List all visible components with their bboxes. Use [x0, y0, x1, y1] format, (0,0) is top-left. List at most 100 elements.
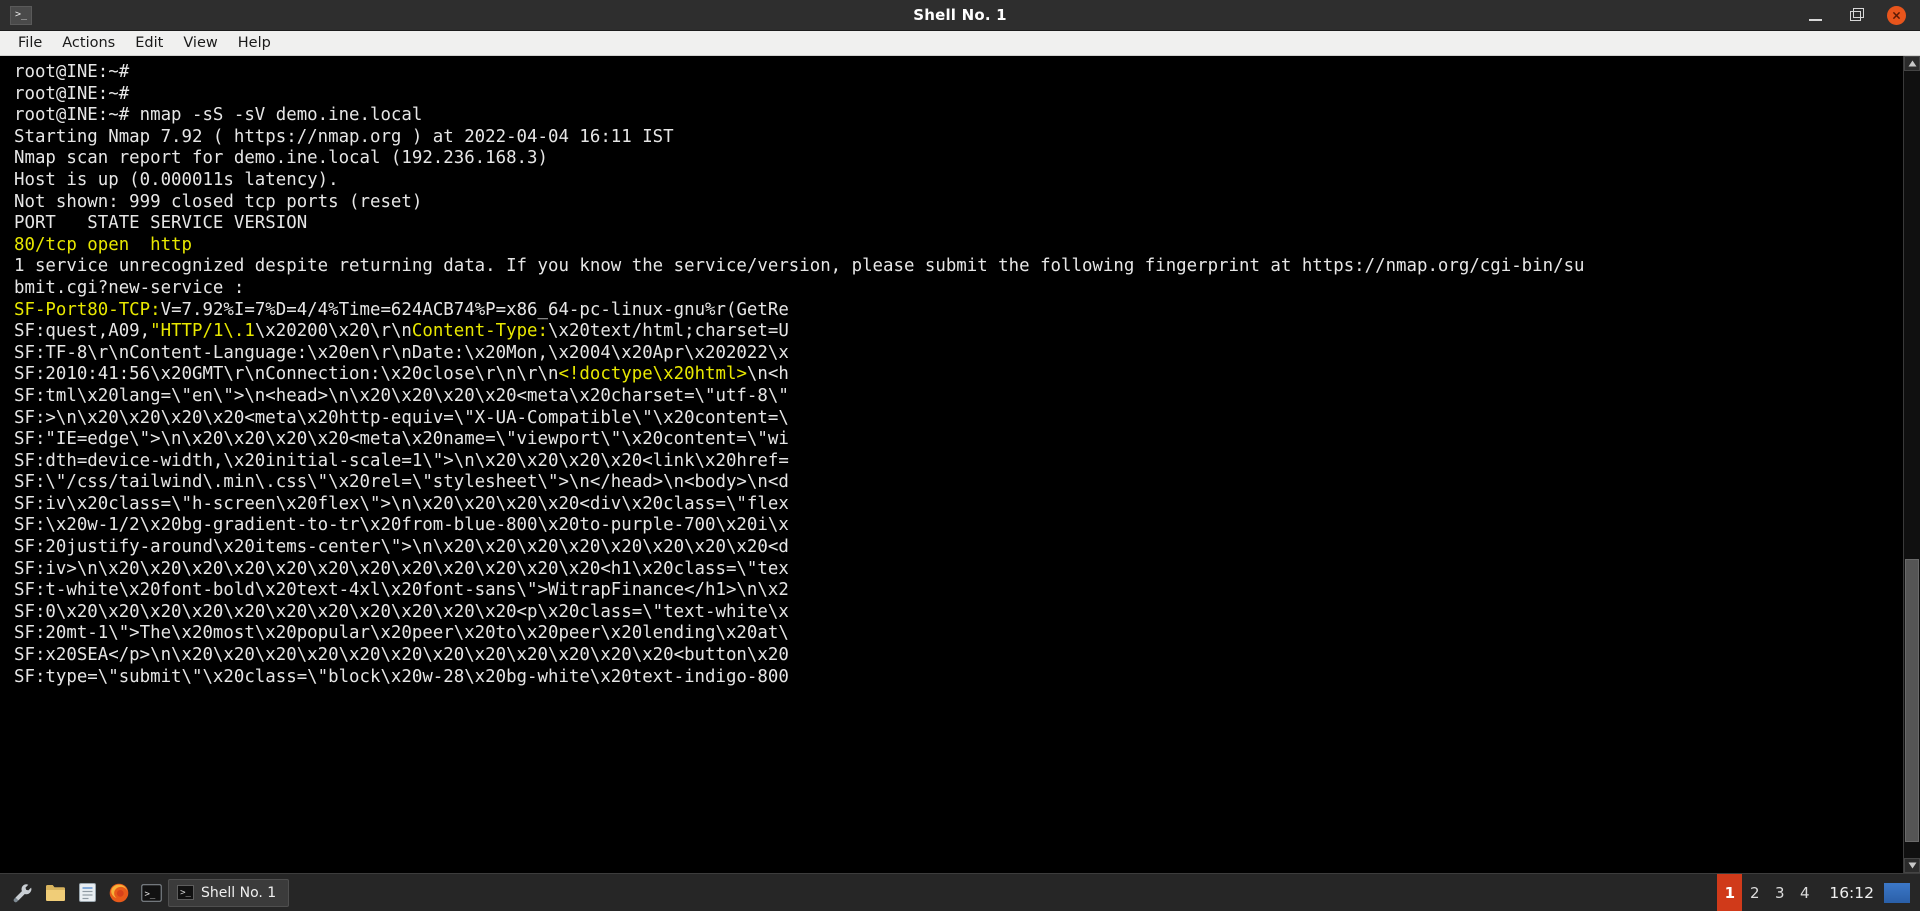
terminal-text: \n<h: [746, 364, 789, 385]
terminal-text: Content-Type:: [411, 321, 549, 342]
terminal-line: SF:tml\x20lang=\"en\">\n<head>\n\x20\x20…: [14, 386, 1903, 408]
terminal-text: Not shown: 999 closed tcp ports (reset): [14, 191, 423, 212]
terminal-text: "HTTP/1\.1: [150, 321, 255, 342]
terminal-line: Starting Nmap 7.92 ( https://nmap.org ) …: [14, 127, 1903, 149]
terminal-text: \x20200\x20\r\n: [254, 321, 412, 342]
terminal-line: SF:iv>\n\x20\x20\x20\x20\x20\x20\x20\x20…: [14, 559, 1903, 581]
scrollbar-track[interactable]: [1904, 71, 1920, 858]
terminal-line: SF:TF-8\r\nContent-Language:\x20en\r\nDa…: [14, 343, 1903, 365]
minimize-icon[interactable]: [1807, 6, 1825, 24]
terminal-text: SF:0\x20\x20\x20\x20\x20\x20\x20\x20\x20…: [14, 601, 789, 622]
maximize-icon[interactable]: [1847, 6, 1865, 24]
desktop-switch-2[interactable]: 2: [1742, 874, 1767, 911]
terminal-icon[interactable]: >_: [136, 878, 166, 908]
taskbar: >_ >_ Shell No. 1 1 2 3 4 16:12: [0, 873, 1920, 911]
terminal-text: SF:2010:41:56\x20GMT\r\nConnection:\x20c…: [14, 364, 559, 385]
terminal-line: SF:20mt-1\">The\x20most\x20popular\x20pe…: [14, 623, 1903, 645]
terminal-line: root@INE:~#: [14, 62, 1903, 84]
window-title: Shell No. 1: [913, 6, 1007, 24]
terminal-line: root@INE:~#: [14, 84, 1903, 106]
terminal-output[interactable]: root@INE:~# root@INE:~# root@INE:~# nmap -…: [0, 56, 1903, 873]
terminal-text: SF:quest,A09,: [14, 321, 151, 342]
terminal-line: bmit.cgi?new-service :: [14, 278, 1903, 300]
scroll-down-icon[interactable]: [1904, 858, 1920, 873]
menu-item-file[interactable]: File: [8, 33, 52, 53]
terminal-line: SF:\x20w-1/2\x20bg-gradient-to-tr\x20fro…: [14, 515, 1903, 537]
terminal-line: SF-Port80-TCP:V=7.92%I=7%D=4/4%Time=624A…: [14, 300, 1903, 322]
text-editor-icon[interactable]: [72, 878, 102, 908]
terminal-text: \x20text/html;charset=U: [548, 321, 789, 342]
tray-indicator-icon[interactable]: [1884, 882, 1910, 903]
terminal-line: SF:>\n\x20\x20\x20\x20<meta\x20http-equi…: [14, 408, 1903, 430]
menu-item-edit[interactable]: Edit: [125, 33, 173, 53]
terminal-text: SF:\"/css/tailwind\.min\.css\"\x20rel=\"…: [14, 472, 789, 493]
wrench-icon[interactable]: [8, 878, 38, 908]
terminal-line: SF:0\x20\x20\x20\x20\x20\x20\x20\x20\x20…: [14, 602, 1903, 624]
terminal-text: SF:x20SEA</p>\n\x20\x20\x20\x20\x20\x20\…: [14, 645, 789, 666]
terminal-text: root@INE:~#: [14, 83, 130, 104]
terminal-text: SF:TF-8\r\nContent-Language:\x20en\r\nDa…: [14, 342, 789, 363]
clock: 16:12: [1829, 883, 1874, 902]
terminal-line: SF:2010:41:56\x20GMT\r\nConnection:\x20c…: [14, 364, 1903, 386]
terminal-app-icon: >_: [10, 5, 32, 25]
window-controls: [1807, 5, 1920, 25]
menu-item-help[interactable]: Help: [228, 33, 281, 53]
terminal-scrollbar[interactable]: [1903, 56, 1920, 873]
terminal-text: PORT STATE SERVICE VERSION: [14, 213, 308, 234]
desktop-switch-3[interactable]: 3: [1767, 874, 1792, 911]
terminal-text: 80/tcp open http: [14, 234, 192, 255]
terminal-line: SF:t-white\x20font-bold\x20text-4xl\x20f…: [14, 580, 1903, 602]
taskbar-window-icon: >_: [177, 885, 194, 900]
terminal-line: SF:iv\x20class=\"h-screen\x20flex\">\n\x…: [14, 494, 1903, 516]
terminal-text: SF:type=\"submit\"\x20class=\"block\x20w…: [14, 666, 789, 687]
terminal-text: <!doctype\x20html>: [558, 364, 747, 385]
terminal-line: SF:dth=device-width,\x20initial-scale=1\…: [14, 451, 1903, 473]
terminal-text: Host is up (0.000011s latency).: [14, 169, 339, 190]
terminal-text: root@INE:~#: [14, 62, 130, 82]
terminal-line: root@INE:~# nmap -sS -sV demo.ine.local: [14, 105, 1903, 127]
close-icon[interactable]: [1887, 5, 1906, 25]
terminal-text: SF:iv>\n\x20\x20\x20\x20\x20\x20\x20\x20…: [14, 558, 789, 579]
terminal-text: bmit.cgi?new-service :: [14, 277, 245, 298]
terminal-line: SF:type=\"submit\"\x20class=\"block\x20w…: [14, 667, 1903, 689]
desktop-switch-1[interactable]: 1: [1717, 873, 1743, 911]
terminal-line: SF:20justify-around\x20items-center\">\n…: [14, 537, 1903, 559]
menu-item-actions[interactable]: Actions: [52, 33, 125, 53]
terminal-text: Starting Nmap 7.92 ( https://nmap.org ) …: [14, 126, 674, 147]
taskbar-window-shell-no-1[interactable]: >_ Shell No. 1: [168, 878, 290, 907]
svg-text:>_: >_: [144, 889, 155, 899]
terminal-text: Nmap scan report for demo.ine.local (192…: [14, 148, 548, 169]
terminal-text: V=7.92%I=7%D=4/4%Time=624ACB74%P=x86_64-…: [160, 299, 789, 320]
terminal-text: SF-Port80-TCP:: [14, 299, 161, 320]
taskbar-window-label: Shell No. 1: [201, 884, 277, 901]
terminal-line: SF:"IE=edge\">\n\x20\x20\x20\x20<meta\x2…: [14, 429, 1903, 451]
terminal-text: root@INE:~# nmap -sS -sV demo.ine.local: [14, 105, 423, 126]
terminal-text: SF:20mt-1\">The\x20most\x20popular\x20pe…: [14, 623, 789, 644]
files-icon[interactable]: [40, 878, 70, 908]
terminal-text: SF:tml\x20lang=\"en\">\n<head>\n\x20\x20…: [14, 385, 789, 406]
terminal-text: SF:>\n\x20\x20\x20\x20<meta\x20http-equi…: [14, 407, 789, 428]
desktop-switch-4[interactable]: 4: [1792, 874, 1817, 911]
terminal-text: SF:dth=device-width,\x20initial-scale=1\…: [14, 450, 789, 471]
terminal-line: Nmap scan report for demo.ine.local (192…: [14, 148, 1903, 170]
firefox-icon[interactable]: [104, 878, 134, 908]
terminal-text: 1 service unrecognized despite returning…: [14, 256, 1585, 277]
menubar: File Actions Edit View Help: [0, 31, 1920, 56]
menu-item-view[interactable]: View: [173, 33, 227, 53]
terminal-text: SF:t-white\x20font-bold\x20text-4xl\x20f…: [14, 580, 789, 601]
scroll-up-icon[interactable]: [1904, 56, 1920, 71]
system-tray: 1 2 3 4 16:12: [1717, 873, 1916, 911]
terminal-text: SF:iv\x20class=\"h-screen\x20flex\">\n\x…: [14, 493, 789, 514]
terminal-line: SF:x20SEA</p>\n\x20\x20\x20\x20\x20\x20\…: [14, 645, 1903, 667]
terminal-line: 1 service unrecognized despite returning…: [14, 256, 1903, 278]
terminal-line: Host is up (0.000011s latency).: [14, 170, 1903, 192]
terminal-text: SF:"IE=edge\">\n\x20\x20\x20\x20<meta\x2…: [14, 429, 789, 450]
terminal-line: Not shown: 999 closed tcp ports (reset): [14, 192, 1903, 214]
terminal-line: PORT STATE SERVICE VERSION: [14, 213, 1903, 235]
scrollbar-thumb[interactable]: [1905, 558, 1919, 843]
terminal-text: SF:\x20w-1/2\x20bg-gradient-to-tr\x20fro…: [14, 515, 789, 536]
window-titlebar: >_ Shell No. 1: [0, 0, 1920, 31]
terminal-line: SF:quest,A09,"HTTP/1\.1\x20200\x20\r\nCo…: [14, 321, 1903, 343]
taskbar-launchers: >_: [4, 878, 166, 908]
terminal-line: 80/tcp open http: [14, 235, 1903, 257]
